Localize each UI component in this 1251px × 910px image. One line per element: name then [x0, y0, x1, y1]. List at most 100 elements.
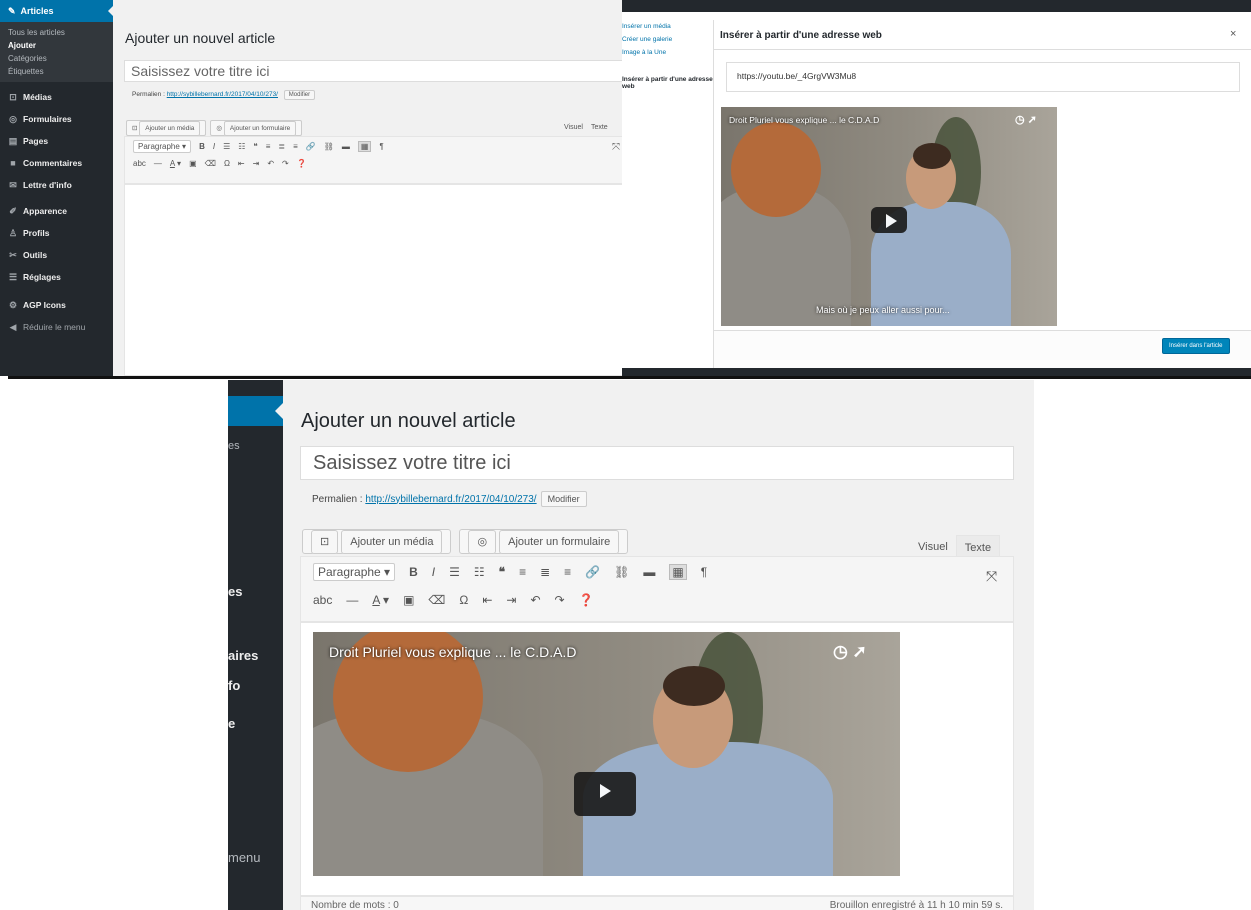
indent-icon[interactable]: ⇥ — [253, 159, 260, 168]
title-input[interactable]: Saisissez votre titre ici — [124, 60, 622, 82]
permalink-link[interactable]: http://sybillebernard.fr/2017/04/10/273/ — [167, 91, 278, 98]
bullet-list-icon[interactable]: ☰ — [223, 142, 230, 151]
horizontal-line-icon[interactable]: — — [346, 593, 358, 607]
menu-insert-media[interactable]: Insérer un média — [622, 20, 713, 33]
blockquote-icon[interactable]: ❝ — [253, 142, 257, 151]
submenu-tags[interactable]: Étiquettes — [0, 65, 113, 78]
outdent-icon[interactable]: ⇤ — [238, 159, 245, 168]
italic-icon[interactable]: I — [432, 565, 435, 579]
url-input[interactable]: https://youtu.be/_4GrgVW3Mu8 — [726, 62, 1240, 92]
sidebar-item-tools[interactable]: ✂ Outils — [0, 244, 113, 266]
blockquote-icon[interactable]: ❝ — [499, 565, 505, 579]
clear-formatting-icon[interactable]: ⌫ — [428, 593, 445, 607]
clear-formatting-icon[interactable]: ⌫ — [205, 159, 216, 168]
submenu-all-articles[interactable]: Tous les articles — [0, 26, 113, 39]
watch-later-icon[interactable]: ◷ ➚ — [1015, 113, 1037, 126]
link-icon[interactable]: 🔗 — [306, 142, 316, 151]
unlink-icon[interactable]: ⛓ — [614, 565, 629, 579]
title-input[interactable]: Saisissez votre titre ici — [300, 446, 1014, 480]
play-button-icon[interactable] — [871, 207, 907, 233]
watch-later-icon[interactable]: ◷ ➚ — [833, 642, 867, 662]
modify-permalink-button[interactable]: Modifier — [540, 491, 587, 507]
bold-icon[interactable]: B — [409, 565, 418, 579]
format-select[interactable]: Paragraphe ▾ — [313, 563, 396, 581]
read-more-icon[interactable]: ▬ — [643, 565, 655, 579]
submenu-categories[interactable]: Catégories — [0, 52, 113, 65]
text-direction-icon[interactable]: ¶ — [379, 142, 383, 151]
redo-icon[interactable]: ↷ — [555, 593, 565, 607]
redo-icon[interactable]: ↷ — [282, 159, 289, 168]
strikethrough-icon[interactable]: abc — [313, 593, 332, 607]
special-char-icon[interactable]: Ω — [224, 159, 230, 168]
read-more-icon[interactable]: ▬ — [342, 142, 350, 151]
align-right-icon[interactable]: ≡ — [564, 565, 571, 579]
text-direction-icon[interactable]: ¶ — [701, 565, 707, 579]
sidebar-item-profiles[interactable]: ♙ Profils — [0, 222, 113, 244]
sidebar-item-pages[interactable]: ▤ Pages — [0, 130, 113, 152]
add-form-button[interactable]: ◎ Ajouter un formulaire — [210, 120, 303, 136]
format-select[interactable]: Paragraphe ▾ — [133, 140, 192, 153]
help-icon[interactable]: ❓ — [297, 159, 307, 168]
close-icon[interactable]: × — [1230, 28, 1236, 40]
video-preview[interactable]: Droit Pluriel vous explique ... le C.D.A… — [721, 107, 1057, 326]
bullet-list-icon[interactable]: ☰ — [449, 565, 460, 579]
insert-into-article-button[interactable]: Insérer dans l'article — [1162, 338, 1230, 354]
add-media-label: Ajouter un média — [139, 121, 201, 136]
numbered-list-icon[interactable]: ☷ — [474, 565, 485, 579]
sidebar-item-newsletter[interactable]: ✉ Lettre d'info — [0, 174, 113, 196]
align-right-icon[interactable]: ≡ — [293, 142, 298, 151]
permalink-link[interactable]: http://sybillebernard.fr/2017/04/10/273/ — [365, 494, 536, 505]
embedded-video[interactable]: Droit Pluriel vous explique ... le C.D.A… — [313, 632, 900, 876]
undo-icon[interactable]: ↶ — [530, 593, 540, 607]
sidebar-item-comments[interactable]: ■ Commentaires — [0, 152, 113, 174]
fullscreen-icon[interactable]: ⤧ — [986, 568, 997, 585]
outdent-icon[interactable]: ⇤ — [482, 593, 492, 607]
paste-text-icon[interactable]: ▣ — [403, 593, 414, 607]
tab-visual[interactable]: Visuel — [564, 124, 583, 131]
italic-icon[interactable]: I — [213, 142, 215, 151]
sidebar-item-articles[interactable] — [228, 396, 284, 426]
sidebar-item-settings[interactable]: ☰ Réglages — [0, 266, 113, 288]
undo-icon[interactable]: ↶ — [267, 159, 274, 168]
editor-screenshot-top-left: ✎ Articles Tous les articles Ajouter Cat… — [0, 0, 622, 376]
menu-featured-image[interactable]: Image à la Une — [622, 46, 713, 59]
editor-content-area[interactable] — [124, 184, 622, 376]
tools-icon: ✂ — [9, 249, 17, 260]
sidebar-item-forms[interactable]: ◎ Formulaires — [0, 108, 113, 130]
menu-create-gallery[interactable]: Créer une galerie — [622, 33, 713, 46]
text-color-icon[interactable]: A ▾ — [372, 593, 389, 607]
special-char-icon[interactable]: Ω — [459, 593, 468, 607]
align-center-icon[interactable]: ≣ — [278, 142, 285, 151]
tab-text[interactable]: Texte — [591, 124, 608, 131]
align-left-icon[interactable]: ≡ — [519, 565, 526, 579]
submenu-add[interactable]: Ajouter — [0, 39, 113, 52]
sidebar-item-collapse[interactable]: ◀ Réduire le menu — [0, 316, 113, 338]
play-button-icon[interactable] — [574, 772, 636, 816]
paste-text-icon[interactable]: ▣ — [189, 159, 197, 168]
numbered-list-icon[interactable]: ☷ — [238, 142, 245, 151]
sidebar-item-agp-icons[interactable]: ⚙ AGP Icons — [0, 294, 113, 316]
text-color-icon[interactable]: A ▾ — [170, 159, 181, 168]
align-left-icon[interactable]: ≡ — [266, 142, 271, 151]
fullscreen-icon[interactable]: ⤧ — [612, 142, 620, 153]
add-media-button[interactable]: ⊡ Ajouter un média — [126, 120, 207, 136]
page-title: Ajouter un nouvel article — [125, 30, 276, 46]
horizontal-line-icon[interactable]: — — [154, 159, 162, 168]
add-media-button[interactable]: ⊡ Ajouter un média — [302, 529, 452, 554]
modify-permalink-button[interactable]: Modifier — [283, 90, 316, 100]
strikethrough-icon[interactable]: abc — [133, 159, 146, 168]
menu-insert-from-url[interactable]: Insérer à partir d'une adresse web — [622, 73, 713, 93]
bold-icon[interactable]: B — [199, 142, 205, 151]
sidebar-item-media[interactable]: ⊡ Médias — [0, 86, 113, 108]
add-form-button[interactable]: ◎ Ajouter un formulaire — [459, 529, 629, 554]
appearance-icon: ✐ — [9, 205, 17, 216]
sidebar-item-appearance[interactable]: ✐ Apparence — [0, 200, 113, 222]
indent-icon[interactable]: ⇥ — [506, 593, 516, 607]
sidebar-item-articles[interactable]: ✎ Articles — [0, 0, 113, 22]
help-icon[interactable]: ❓ — [579, 593, 594, 607]
link-icon[interactable]: 🔗 — [585, 565, 600, 579]
align-center-icon[interactable]: ≣ — [540, 565, 550, 579]
unlink-icon[interactable]: ⛓ — [324, 142, 334, 151]
toolbar-toggle-icon[interactable]: ▦ — [669, 564, 687, 580]
toolbar-toggle-icon[interactable]: ▦ — [357, 141, 372, 152]
